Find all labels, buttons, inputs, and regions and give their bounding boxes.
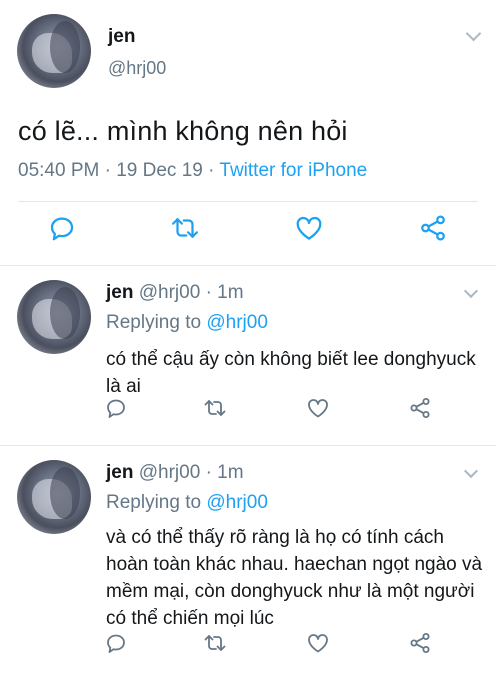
main-tweet: jen @hrj00 có lẽ... mình không nên hỏi 0… <box>0 0 496 266</box>
tweet-time: 05:40 PM <box>18 160 100 181</box>
tweet-meta: 05:40 PM · 19 Dec 19 · Twitter for iPhon… <box>18 160 367 182</box>
meta-separator: · <box>104 160 111 181</box>
avatar[interactable] <box>17 280 91 354</box>
author-name[interactable]: jen <box>106 282 133 303</box>
meta-separator: · <box>205 282 212 303</box>
reply-header: jen @hrj00 · 1m <box>106 462 244 484</box>
tweet-source-link[interactable]: Twitter for iPhone <box>219 160 367 181</box>
meta-separator: · <box>208 160 215 181</box>
author-handle[interactable]: @hrj00 <box>139 282 201 303</box>
tweet-text: có lẽ... mình không nên hỏi <box>18 116 348 146</box>
replying-to: Replying to @hrj00 <box>106 312 268 334</box>
replying-to-handle[interactable]: @hrj00 <box>206 492 268 513</box>
tweet-age: 1m <box>217 462 244 483</box>
avatar[interactable] <box>17 14 91 88</box>
retweet-icon[interactable] <box>203 396 227 420</box>
divider <box>18 201 478 202</box>
like-icon[interactable] <box>306 631 330 655</box>
action-bar <box>0 631 496 671</box>
share-icon[interactable] <box>408 396 432 420</box>
author-handle[interactable]: @hrj00 <box>108 58 166 79</box>
like-icon[interactable] <box>294 213 324 243</box>
tweet-text: có thể cậu ấy còn không biết lee donghyu… <box>106 349 476 397</box>
replying-to-handle[interactable]: @hrj00 <box>206 312 268 333</box>
chevron-down-icon[interactable] <box>465 25 482 42</box>
like-icon[interactable] <box>306 396 330 420</box>
action-bar <box>0 396 496 436</box>
author-name[interactable]: jen <box>108 26 135 48</box>
tweet-age: 1m <box>217 282 244 303</box>
share-icon[interactable] <box>408 631 432 655</box>
replying-label: Replying to <box>106 312 202 333</box>
action-bar <box>0 213 496 253</box>
retweet-icon[interactable] <box>170 213 200 243</box>
share-icon[interactable] <box>418 213 448 243</box>
replying-to: Replying to @hrj00 <box>106 492 268 514</box>
reply-icon[interactable] <box>47 213 77 243</box>
tweet-text: và có thể thấy rõ ràng là họ có tính các… <box>106 527 483 629</box>
retweet-icon[interactable] <box>203 631 227 655</box>
avatar[interactable] <box>17 460 91 534</box>
author-name[interactable]: jen <box>106 462 133 483</box>
reply-tweet[interactable]: jen @hrj00 · 1m Replying to @hrj00 và có… <box>0 446 496 678</box>
reply-header: jen @hrj00 · 1m <box>106 282 244 304</box>
chevron-down-icon[interactable] <box>463 463 479 479</box>
tweet-date: 19 Dec 19 <box>116 160 203 181</box>
reply-tweet[interactable]: jen @hrj00 · 1m Replying to @hrj00 có th… <box>0 266 496 446</box>
replying-label: Replying to <box>106 492 202 513</box>
author-handle[interactable]: @hrj00 <box>139 462 201 483</box>
meta-separator: · <box>205 462 212 483</box>
reply-icon[interactable] <box>104 631 128 655</box>
chevron-down-icon[interactable] <box>463 283 479 299</box>
reply-icon[interactable] <box>104 396 128 420</box>
